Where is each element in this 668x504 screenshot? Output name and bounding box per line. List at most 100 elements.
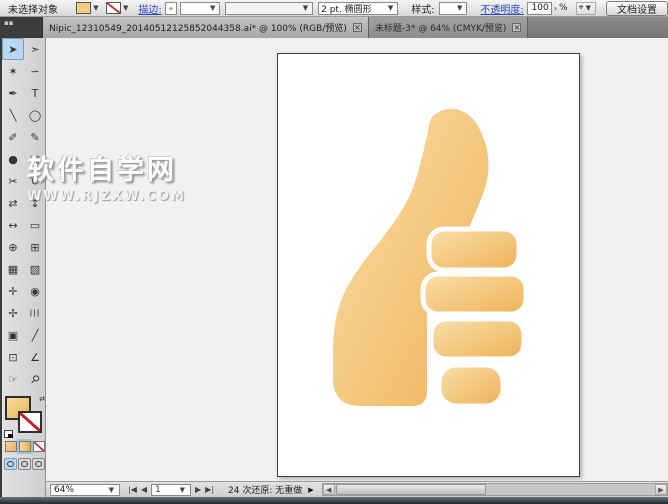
gradient-tool[interactable]: ▧ xyxy=(24,258,46,280)
document-setup-button[interactable]: 文档设置 xyxy=(606,1,668,16)
scissors-tool-icon: ✂ xyxy=(8,175,17,188)
width-tool[interactable]: ↔ xyxy=(2,214,24,236)
perspective-grid-tool-icon: ⊞ xyxy=(30,241,39,254)
scissors-tool[interactable]: ✂ xyxy=(2,170,24,192)
horizontal-scrollbar[interactable]: ◀ ▶ xyxy=(322,483,668,496)
scroll-right-icon[interactable]: ▶ xyxy=(655,484,667,495)
variable-width-profile-dropdown[interactable]: ▼ xyxy=(225,2,313,15)
type-tool[interactable]: T xyxy=(24,82,46,104)
artboard-tool-icon: ▣ xyxy=(8,329,18,342)
slice-tool[interactable]: ╱ xyxy=(24,324,46,346)
stroke-color-swatch[interactable] xyxy=(106,2,121,14)
zoom-tool[interactable]: ⚲ xyxy=(24,368,46,390)
illustrator-window: 未选择对象 ▼ ▼ 描边: ÷ ▼ ▼ 2 pt. 椭圆形 ▼ 样式: ▼ 不透… xyxy=(0,0,668,504)
zoom-level-value: 64% xyxy=(54,485,74,495)
next-artboard-button[interactable]: ▶ xyxy=(195,485,201,494)
scrollbar-thumb[interactable] xyxy=(336,484,486,495)
opacity-input[interactable]: 100 xyxy=(527,2,552,15)
free-transform-tool[interactable]: ▭ xyxy=(24,214,46,236)
document-tab-bar: ▪▪ Nipic_12310549_20140512125852044358.a… xyxy=(0,17,668,38)
line-segment-tool[interactable]: ╲ xyxy=(2,104,24,126)
chevron-down-icon: ▼ xyxy=(584,4,593,12)
fill-color-swatch[interactable] xyxy=(76,2,91,14)
pencil-tool[interactable]: ✎ xyxy=(24,126,46,148)
paint-mode-row xyxy=(5,441,45,452)
selection-status-label: 未选择对象 xyxy=(8,1,58,16)
slice-tool-icon: ╱ xyxy=(32,329,39,342)
canvas-pasteboard[interactable] xyxy=(46,38,668,481)
tab-2-title: 未标题-3* @ 64% (CMYK/预览) xyxy=(375,21,507,34)
percent-label: % xyxy=(559,3,568,13)
print-tiling-tool[interactable]: ⊡ xyxy=(2,346,24,368)
none-mode-button[interactable] xyxy=(33,441,45,452)
status-popup-arrow-icon[interactable]: ▶ xyxy=(308,486,313,494)
eyedropper-tool[interactable]: ✛ xyxy=(2,280,24,302)
artboard-tool[interactable]: ▣ xyxy=(2,324,24,346)
scale-tool[interactable]: ↕ xyxy=(24,192,46,214)
finger-4-shape xyxy=(439,365,503,406)
hand-tool[interactable]: ☞ xyxy=(2,368,24,390)
symbol-sprayer-tool[interactable]: ✢ xyxy=(2,302,24,324)
shape-builder-tool[interactable]: ⊕ xyxy=(2,236,24,258)
paintbrush-tool-icon: ✐ xyxy=(8,131,17,144)
tab-document-2[interactable]: 未标题-3* @ 64% (CMYK/预览) × xyxy=(369,17,529,38)
mesh-tool[interactable]: ▦ xyxy=(2,258,24,280)
blob-brush-tool[interactable]: ● xyxy=(2,148,24,170)
tab-1-close-icon[interactable]: × xyxy=(353,23,362,32)
scroll-left-icon[interactable]: ◀ xyxy=(323,484,335,495)
scale-tool-icon: ↕ xyxy=(30,197,39,210)
finger-1-shape xyxy=(429,229,519,270)
last-artboard-button[interactable]: ▶| xyxy=(205,485,214,494)
pencil-tool-icon: ✎ xyxy=(30,131,39,144)
artboard-number-dropdown[interactable]: 1 ▼ xyxy=(151,484,191,496)
stroke-proxy-swatch[interactable] xyxy=(18,411,42,433)
selection-tool[interactable]: ➤ xyxy=(2,38,24,60)
stroke-dropdown-arrow-icon[interactable]: ▼ xyxy=(121,4,130,12)
previous-artboard-button[interactable]: ◀ xyxy=(141,485,147,494)
select-similar-control[interactable]: ⌖ ▼ xyxy=(576,2,596,15)
measure-tool[interactable]: ∠ xyxy=(24,346,46,368)
reflect-tool-icon: ⇄ xyxy=(8,197,17,210)
stroke-weight-stepper[interactable]: ÷ xyxy=(165,2,177,15)
magic-wand-tool[interactable]: ✶ xyxy=(2,60,24,82)
reflect-tool[interactable]: ⇄ xyxy=(2,192,24,214)
shape-builder-tool-icon: ⊕ xyxy=(8,241,17,254)
free-transform-tool-icon: ▭ xyxy=(30,219,40,232)
swap-fill-stroke-icon[interactable]: ⇄ xyxy=(39,395,45,403)
eraser-tool[interactable]: ◪ xyxy=(24,148,46,170)
rotate-tool-icon: ↻ xyxy=(30,175,39,188)
stroke-weight-dropdown[interactable]: ▼ xyxy=(180,2,220,15)
tab-2-close-icon[interactable]: × xyxy=(512,23,521,32)
chevron-down-icon: ▼ xyxy=(301,4,310,12)
artboard[interactable] xyxy=(277,53,580,477)
draw-normal-button[interactable] xyxy=(4,458,17,470)
tab-document-1[interactable]: Nipic_12310549_20140512125852044358.ai* … xyxy=(43,17,369,38)
lasso-tool[interactable]: ∽ xyxy=(24,60,46,82)
gradient-mode-button[interactable] xyxy=(19,441,31,452)
pen-tool[interactable]: ✒ xyxy=(2,82,24,104)
column-graph-tool[interactable]: ||| xyxy=(24,302,46,324)
opacity-link[interactable]: 不透明度: xyxy=(480,1,523,16)
ellipse-tool[interactable]: ◯ xyxy=(24,104,46,126)
zoom-level-dropdown[interactable]: 64% ▼ xyxy=(50,484,120,496)
tools-panel-header[interactable]: ▪▪ xyxy=(0,17,43,38)
paintbrush-tool[interactable]: ✐ xyxy=(2,126,24,148)
brush-definition-dropdown[interactable]: 2 pt. 椭圆形 ▼ xyxy=(318,2,398,15)
perspective-grid-tool[interactable]: ⊞ xyxy=(24,236,46,258)
first-artboard-button[interactable]: |◀ xyxy=(128,485,137,494)
default-fill-stroke-icon[interactable] xyxy=(4,430,13,438)
blend-tool[interactable]: ◉ xyxy=(24,280,46,302)
thumbs-up-artwork[interactable] xyxy=(278,54,581,478)
direct-selection-tool[interactable]: ➣ xyxy=(24,38,46,60)
style-dropdown[interactable]: ▼ xyxy=(439,2,468,15)
draw-inside-button[interactable] xyxy=(32,458,45,470)
color-mode-button[interactable] xyxy=(5,441,17,452)
status-info[interactable]: 24 次还原: 无重做 ▶ xyxy=(228,483,314,496)
draw-behind-button[interactable] xyxy=(18,458,31,470)
pen-tool-icon: ✒ xyxy=(8,87,17,100)
stroke-link[interactable]: 描边: xyxy=(138,1,161,16)
fill-dropdown-arrow-icon[interactable]: ▼ xyxy=(91,4,100,12)
rotate-tool[interactable]: ↻ xyxy=(24,170,46,192)
column-graph-tool-icon: ||| xyxy=(30,309,41,317)
opacity-stepper-icon[interactable]: › xyxy=(554,4,557,13)
